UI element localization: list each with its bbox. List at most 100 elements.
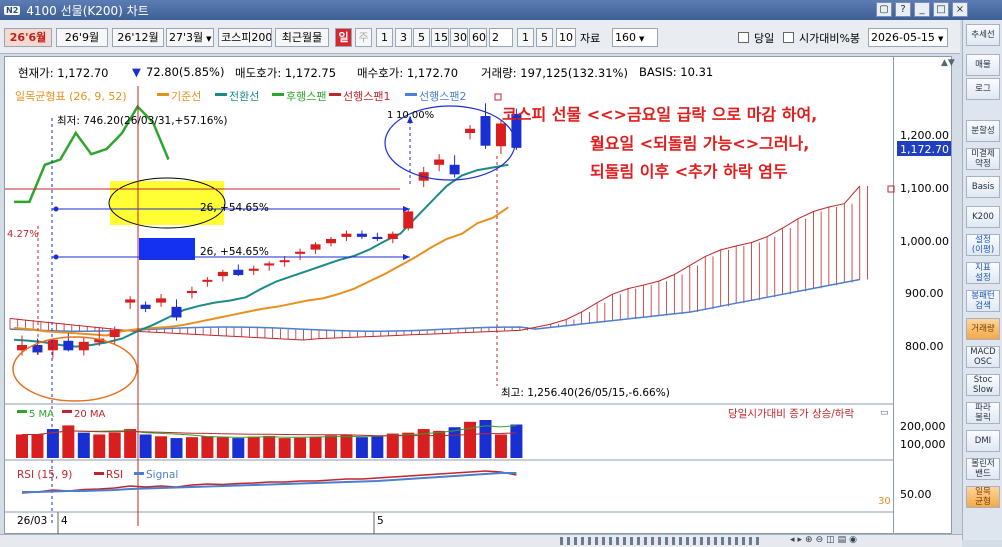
tick-input[interactable]: 2 [489,28,513,47]
legend-20ma-swatch [62,410,72,413]
help-icon[interactable]: ? [895,2,911,17]
callout-line-2: 월요일 <되돌림 가능<>그러나, [590,134,809,153]
base-line [13,206,509,337]
volume-bar [77,432,90,458]
period-week-button[interactable]: 주 [355,28,372,47]
tab-futures-3[interactable]: 26'12월 [112,28,164,47]
interval-1-button[interactable]: 1 [376,28,393,47]
maximize-icon[interactable]: □ [933,2,949,17]
candle-body [125,299,136,303]
candle-body [341,233,352,237]
sidebar-item-16[interactable]: 일목 균형 [966,486,1000,508]
sidebar-item-15[interactable]: 볼린저 밴드 [966,458,1000,480]
interval-15-button[interactable]: 15 [431,28,449,47]
candle-body [78,341,89,351]
tab-futures-4-dropdown[interactable]: 27'3월 [166,28,214,47]
price-tick-900: 900.00 [905,287,944,300]
status-bar: ◂▸⊕⊖◫▤◉ [0,534,962,547]
sidebar-item-9[interactable]: 봉패턴 검색 [966,290,1000,312]
price-tick-1200: 1,200.00 [900,129,949,142]
candle-body [403,211,414,229]
candle-body [295,251,306,254]
legend-5ma-swatch [17,410,27,413]
candle-body [279,260,290,263]
interval-5-button[interactable]: 5 [413,28,430,47]
sidebar-item-0[interactable]: 추세선 [966,24,1000,46]
interval-b5-button[interactable]: 5 [536,28,553,47]
legend-20ma: 20 MA [74,409,106,420]
interval-3-button[interactable]: 3 [395,28,412,47]
window-titlebar: N2 4100 선물(K200) 차트 ▢ ? _ □ × [0,0,1002,20]
sidebar-item-13[interactable]: 파라 볼릭 [966,402,1000,424]
candle-body [434,159,445,165]
sidebar-item-12[interactable]: Stoc Slow [966,374,1000,396]
axis-scroll-up-icon[interactable]: ▲▼ [941,58,955,68]
date-value: 2026-05-15 [871,31,935,44]
price-tick-1000: 1,000.00 [900,235,949,248]
data-count-label: 자료 [580,32,601,45]
sidebar-item-2[interactable]: 로그 [966,78,1000,100]
candle-body [32,345,43,353]
candle-body [186,290,197,294]
volume-bar [247,436,260,458]
recent-month-button[interactable]: 최근월물 [275,28,329,47]
legend-signal: Signal [146,469,178,481]
candle-body [233,269,244,276]
count-input[interactable]: 10 [556,28,576,47]
tab-futures-1[interactable]: 26'6월 [4,28,52,47]
sidebar-item-5[interactable]: Basis [966,176,1000,198]
kospi200-button[interactable]: 코스피200 [218,28,272,47]
volume-bar [371,436,384,458]
interval-60-button[interactable]: 60 [469,28,487,47]
today-checkbox[interactable] [738,32,749,43]
price-tick-800: 800.00 [905,340,944,353]
chart-toolbar: 26'6월 26'9월 26'12월 27'3월 코스피200 최근월물 일 주… [0,20,960,54]
legend-lead2: 선행스팬2 [419,90,466,103]
interval-b1-button[interactable]: 1 [517,28,534,47]
legend-base: 기준선 [171,90,201,103]
legend-rsi: RSI [106,469,123,481]
data-count-select[interactable]: 160 [612,28,658,47]
panel-scroll-icon[interactable]: ▭ [880,408,889,418]
line2-label: 26, +54.65% [200,246,269,258]
candle-body [109,330,120,338]
minimize-icon[interactable]: _ [914,2,930,17]
sidebar-item-4[interactable]: 미결제 약정 [966,148,1000,170]
candle-body [171,306,182,318]
volume-bar [185,437,198,458]
high-annotation: 최고: 1,256.40(26/05/15,-6.66%) [501,387,670,399]
sidebar-item-3[interactable]: 분할성 [966,120,1000,142]
sidebar-item-14[interactable]: DMI [966,430,1000,452]
status-icons[interactable]: ◂▸⊕⊖◫▤◉ [790,535,860,545]
legend-conversion: 전환선 [229,90,259,103]
sidebar-item-11[interactable]: MACD OSC [966,346,1000,368]
legend-ichimoku: 일목균형표 (26, 9, 52) [15,89,127,103]
tab-futures-2[interactable]: 26'9월 [56,28,108,47]
rsi-level-30: 30 [878,496,891,507]
candle-body [140,304,151,309]
candle-body [47,339,58,351]
period-day-button[interactable]: 일 [335,28,352,47]
sidebar-item-10[interactable]: 거래량 [966,318,1000,340]
candle-body [480,116,491,146]
candle-body [326,239,336,244]
sidebar-item-1[interactable]: 매물 [966,54,1000,76]
vs-open-checkbox[interactable] [783,32,794,43]
close-icon[interactable]: × [952,2,968,17]
legend-5ma: 5 MA [29,409,54,420]
candle-body [248,268,259,271]
num-label-1: 1 [387,110,393,121]
candle-body [465,128,476,133]
arrow-head-1 [403,206,410,212]
restore-icon[interactable]: ▢ [876,2,892,17]
sidebar-item-6[interactable]: K200 [966,206,1000,228]
scrollbar-grip[interactable] [560,537,760,545]
sidebar-item-8[interactable]: 지표 설정 [966,262,1000,284]
window-title: 4100 선물(K200) 차트 [26,3,149,18]
volume-bar [433,430,446,458]
interval-30-button[interactable]: 30 [450,28,468,47]
today-label: 당일 [754,32,775,45]
sidebar-item-7[interactable]: 설정 (이평) [966,234,1000,256]
volume-bar [232,438,245,458]
date-select[interactable]: 2026-05-15 [868,28,948,47]
